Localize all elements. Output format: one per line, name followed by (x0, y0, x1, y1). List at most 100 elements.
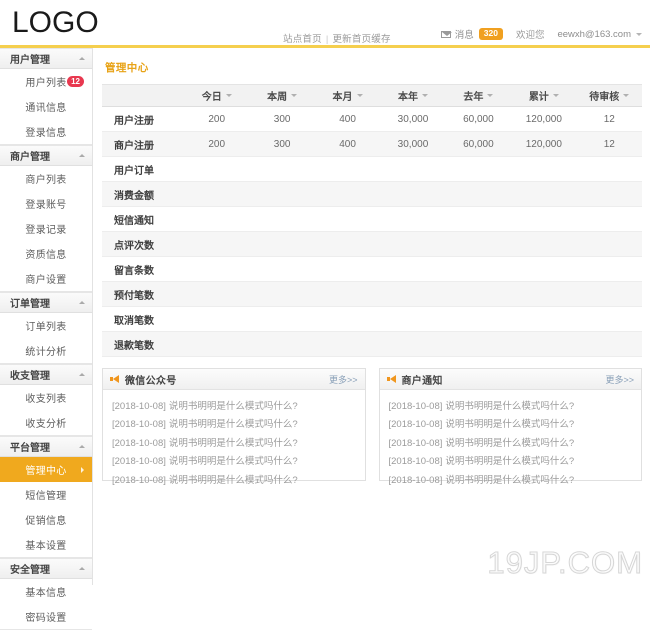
column-header-label: 本月 (332, 92, 353, 103)
site-home-link[interactable]: 站点首页 (283, 34, 322, 45)
chevron-down-icon[interactable] (552, 94, 559, 97)
user-email[interactable]: eewxh@163.com (557, 29, 631, 40)
notice-text: 说明书明明是什么模式吗什么? (168, 437, 298, 449)
sidebar-item[interactable]: 促销信息 (0, 507, 92, 532)
sidebar-group: 安全管理 基本信息 密码设置 (0, 558, 92, 630)
sidebar-item[interactable]: 通讯信息 (0, 94, 92, 119)
table-cell (249, 231, 315, 257)
refresh-home-cache-link[interactable]: 更新首页缓存 (332, 34, 390, 45)
sidebar-item[interactable]: 登录信息 (0, 119, 92, 144)
sidebar-item[interactable]: 管理中心 (0, 457, 92, 482)
notice-item[interactable]: [2018-10-08] 说明书明明是什么模式吗什么? (112, 471, 356, 490)
notice-text: 说明书明明是什么模式吗什么? (445, 419, 575, 430)
notice-item[interactable]: [2018-10-08] 说明书明明是什么模式吗什么? (112, 434, 356, 453)
column-header-label: 待审核 (589, 92, 620, 103)
chevron-up-icon[interactable] (79, 567, 85, 570)
table-cell (249, 156, 315, 182)
table-cell (314, 231, 381, 257)
sidebar-group-header[interactable]: 收支管理 (0, 364, 92, 385)
sidebar-item-label: 收支分析 (25, 419, 67, 430)
sidebar-item[interactable]: 短信管理 (0, 482, 92, 507)
sidebar-item[interactable]: 收支列表 (0, 385, 92, 410)
chevron-down-icon[interactable] (225, 94, 232, 97)
chevron-up-icon[interactable] (79, 301, 85, 304)
chevron-down-icon[interactable] (291, 94, 298, 97)
more-link[interactable]: 更多>> (329, 373, 358, 386)
sidebar-item-label: 促销信息 (25, 516, 67, 527)
table-cell: 300 (249, 106, 315, 132)
header-quick-links: 站点首页 | 更新首页缓存 (283, 31, 391, 45)
panel-body: [2018-10-08] 说明书明明是什么模式吗什么? [2018-10-08] 说明… (103, 390, 365, 490)
row-label: 点评次数 (102, 231, 184, 257)
messages-link[interactable]: 消息 (455, 27, 474, 41)
chevron-up-icon[interactable] (79, 373, 85, 376)
sidebar-group: 用户管理 用户列表 12 通讯信息 登录信息 (0, 48, 92, 145)
sidebar-item[interactable]: 商户列表 (0, 166, 92, 191)
chevron-up-icon[interactable] (79, 154, 85, 157)
row-label: 取消笔数 (102, 306, 184, 332)
sidebar-item[interactable]: 密码设置 (0, 604, 92, 629)
notice-item[interactable]: [2018-10-08] 说明书明明是什么模式吗什么? (112, 397, 356, 416)
sidebar-item[interactable]: 基本设置 (0, 532, 92, 557)
sidebar-item[interactable]: 登录记录 (0, 216, 92, 241)
chevron-down-icon[interactable] (487, 94, 494, 97)
notice-item[interactable]: [2018-10-08] 说明书明明是什么模式吗什么? (389, 453, 633, 472)
table-cell (511, 331, 577, 357)
sidebar-group-header[interactable]: 安全管理 (0, 558, 92, 579)
notice-item[interactable]: [2018-10-08] 说明书明明是什么模式吗什么? (112, 453, 356, 472)
sidebar-item-label: 短信管理 (25, 491, 67, 502)
sidebar-item[interactable]: 统计分析 (0, 338, 92, 363)
column-header-label: 本周 (267, 92, 288, 103)
sidebar-item[interactable]: 资质信息 (0, 241, 92, 266)
sidebar-group: 订单管理订单列表统计分析 (0, 292, 92, 364)
table-cell (445, 156, 512, 182)
sidebar-item[interactable]: 用户列表 12 (0, 69, 92, 94)
megaphone-icon (110, 374, 120, 384)
table-column-header[interactable]: 本月 (314, 84, 381, 107)
sidebar-group-header[interactable]: 用户管理 (0, 48, 92, 69)
sidebar-group-header[interactable]: 平台管理 (0, 436, 92, 457)
sidebar-item-label: 订单列表 (25, 322, 67, 333)
pending-review-cell: 12 (576, 106, 642, 132)
table-column-header[interactable]: 今日 (184, 84, 250, 107)
table-cell: 400 (314, 106, 381, 132)
sidebar-item[interactable]: 收支分析 (0, 410, 92, 435)
chevron-down-icon[interactable] (421, 94, 428, 97)
table-cell (380, 156, 446, 182)
notice-item[interactable]: [2018-10-08] 说明书明明是什么模式吗什么? (389, 416, 633, 435)
notice-item[interactable]: [2018-10-08] 说明书明明是什么模式吗什么? (389, 434, 633, 453)
message-count-badge: 320 (478, 28, 503, 40)
sidebar-item[interactable]: 登录账号 (0, 191, 92, 216)
row-label: 预付笔数 (102, 281, 184, 307)
notice-date: [2018-10-08] (112, 456, 166, 467)
sidebar-item[interactable]: 基本信息 (0, 579, 92, 604)
chevron-up-icon[interactable] (79, 445, 85, 448)
sidebar-group-header[interactable]: 订单管理 (0, 292, 92, 313)
sidebar-group-header[interactable]: 商户管理 (0, 145, 92, 166)
link-separator: | (325, 34, 329, 45)
table-cell: 200 (184, 131, 250, 157)
panel-header-left: 微信公众号 (110, 372, 177, 387)
table-column-header[interactable]: 本周 (249, 84, 315, 107)
panel-body: [2018-10-08] 说明书明明是什么模式吗什么? [2018-10-08] 说明… (380, 390, 642, 490)
chevron-down-icon[interactable] (623, 94, 630, 97)
more-link[interactable]: 更多>> (605, 373, 634, 386)
chevron-down-icon[interactable] (356, 94, 363, 97)
table-cell (249, 281, 315, 307)
sidebar-item[interactable]: 订单列表 (0, 313, 92, 338)
chevron-up-icon[interactable] (79, 57, 85, 60)
table-column-header[interactable]: 本年 (380, 84, 446, 107)
sidebar-item[interactable]: 商户设置 (0, 266, 92, 291)
table-cell (184, 306, 250, 332)
table-column-header[interactable]: 累计 (511, 84, 577, 107)
table-column-header[interactable]: 待审核 (576, 84, 642, 107)
table-cell (249, 206, 315, 232)
table-column-header[interactable]: 去年 (445, 84, 512, 107)
notice-item[interactable]: [2018-10-08] 说明书明明是什么模式吗什么? (112, 416, 356, 435)
chevron-down-icon[interactable] (636, 32, 642, 36)
table-corner-cell (102, 84, 184, 107)
notice-item[interactable]: [2018-10-08] 说明书明明是什么模式吗什么? (389, 397, 633, 416)
sidebar-item-label: 基本设置 (25, 541, 67, 552)
notice-item[interactable]: [2018-10-08] 说明书明明是什么模式吗什么? (389, 471, 633, 490)
row-label: 商户注册 (102, 131, 184, 157)
